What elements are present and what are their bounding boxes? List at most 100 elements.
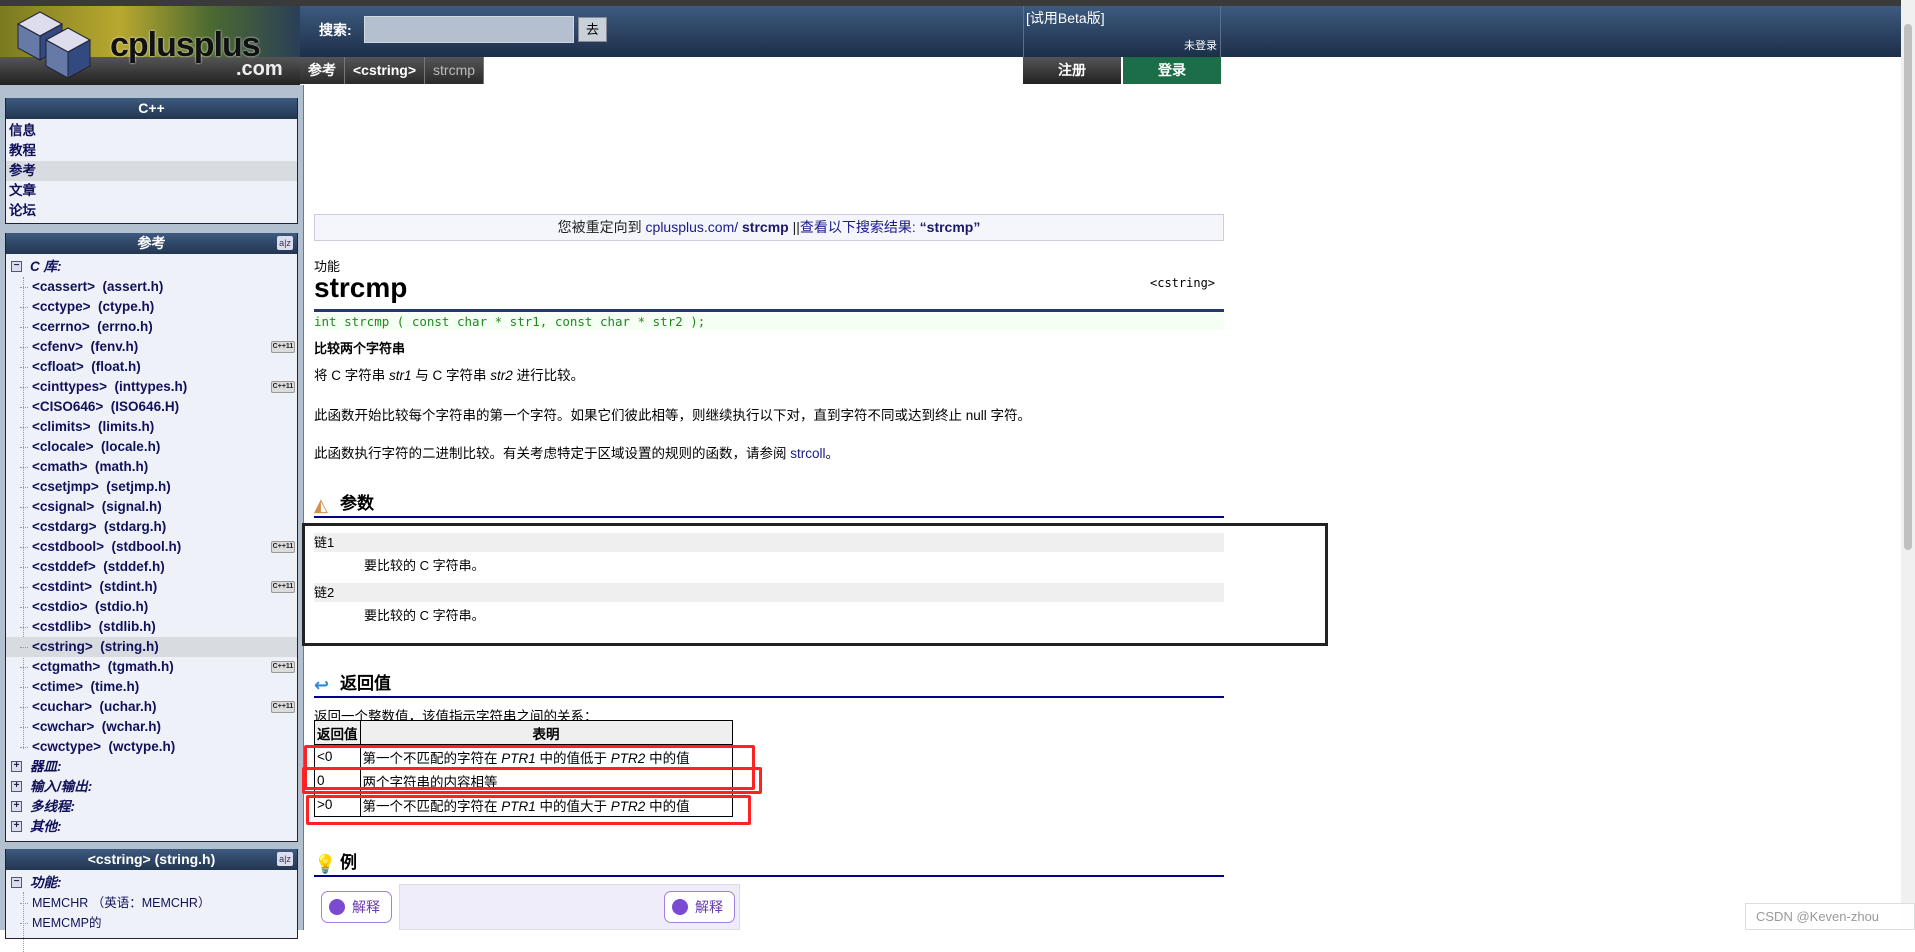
return-arrow-icon: ↩ xyxy=(314,675,330,695)
tree-item-header[interactable]: <cfenv> (fenv.h) C++11 xyxy=(6,337,297,357)
cpp11-badge-icon: C++11 xyxy=(271,581,295,593)
return-value-heading: ↩ 返回值 xyxy=(314,672,1224,698)
cstring-box-title: <cstring> (string.h) xyxy=(87,851,216,867)
tree-item-header[interactable]: <cctype> (ctype.h) xyxy=(6,297,297,317)
sidebar-item-reference[interactable]: 参考 xyxy=(6,161,297,181)
tree-group-collapsed[interactable]: + 其他: xyxy=(6,817,297,837)
sidebar-item-forum[interactable]: 论坛 xyxy=(6,201,297,221)
expand-icon[interactable]: + xyxy=(11,781,22,792)
parameters-heading: ◭ 参数 xyxy=(314,492,1224,518)
tree-item-header[interactable]: <cuchar> (uchar.h) C++11 xyxy=(6,697,297,717)
strcoll-link[interactable]: strcoll xyxy=(790,446,825,461)
tree-group-c-library[interactable]: − C 库: xyxy=(6,257,297,277)
cpp11-badge-icon: C++11 xyxy=(271,701,295,713)
tree-item-header[interactable]: <ctgmath> (tgmath.h) C++11 xyxy=(6,657,297,677)
tree-item-header[interactable]: <cwchar> (wchar.h) xyxy=(6,717,297,737)
expand-icon[interactable]: + xyxy=(11,801,22,812)
watermark: CSDN @Keven-zhou xyxy=(1745,903,1915,930)
cpp11-badge-icon: C++11 xyxy=(271,541,295,553)
search-label: 搜索: xyxy=(319,22,352,38)
tree-item-header[interactable]: <climits> (limits.h) xyxy=(6,417,297,437)
tree-item-header[interactable]: <cstdarg> (stdarg.h) xyxy=(6,517,297,537)
user-panel: [试用Beta版] 未登录 xyxy=(1023,6,1221,57)
ruler-triangle-icon: ◭ xyxy=(314,495,328,515)
breadcrumb-reference[interactable]: 参考 xyxy=(300,57,345,84)
tree-item-header[interactable]: <cstdlib> (stdlib.h) xyxy=(6,617,297,637)
lightbulb-icon: 💡 xyxy=(314,854,337,874)
brief-description: 比较两个字符串 xyxy=(314,341,406,356)
breadcrumb: 参考 <cstring> strcmp xyxy=(300,57,485,84)
reference-box: 参考 a|z − C 库: <cassert> (assert.h) <cctype>… xyxy=(5,233,298,842)
example-heading: 💡 例 xyxy=(314,851,1224,877)
collapse-icon: − xyxy=(11,261,22,272)
tree-item-header[interactable]: <ctime> (time.h) xyxy=(6,677,297,697)
cpp-menu-title: C++ xyxy=(6,98,297,119)
cpp11-badge-icon: C++11 xyxy=(271,661,295,673)
tree-group-collapsed[interactable]: + 器皿: xyxy=(6,757,297,777)
tree-group-functions[interactable]: − 功能: xyxy=(6,873,297,893)
search-input[interactable] xyxy=(364,16,574,43)
tree-item-header[interactable]: <cmath> (math.h) xyxy=(6,457,297,477)
table-header: 表明 xyxy=(359,720,733,745)
tree-item-header[interactable]: <CISO646> (ISO646.H) xyxy=(6,397,297,417)
reference-box-title: 参考 xyxy=(137,235,166,251)
sidebar-item-articles[interactable]: 文章 xyxy=(6,181,297,201)
scrollbar-thumb[interactable] xyxy=(1904,24,1912,550)
tree-item-header[interactable]: <cassert> (assert.h) xyxy=(6,277,297,297)
cplusplus-logo[interactable]: cplusplus .com xyxy=(0,6,300,85)
annotation-box-red xyxy=(302,767,762,794)
search-results-link[interactable]: 查看以下搜索结果: xyxy=(800,219,920,235)
breadcrumb-cstring[interactable]: <cstring> xyxy=(345,57,426,84)
tree-item-header[interactable]: <cwctype> (wctype.h) xyxy=(6,737,297,757)
login-status: 未登录 xyxy=(1184,40,1217,52)
description-paragraph-1: 将 C 字符串 str1 与 C 字符串 str2 进行比较。 xyxy=(314,368,585,383)
tree-item-header[interactable]: <csignal> (signal.h) xyxy=(6,497,297,517)
tree-group-collapsed[interactable]: + 多线程: xyxy=(6,797,297,817)
cpp-menu-box: C++ 信息 教程 参考 文章 论坛 xyxy=(5,98,298,224)
cpp11-badge-icon: C++11 xyxy=(271,381,295,393)
tree-item-header[interactable]: <cstdbool> (stdbool.h) C++11 xyxy=(6,537,297,557)
description-paragraph-2: 此函数开始比较每个字符串的第一个字符。如果它们彼此相等，则继续执行以下对，直到字… xyxy=(314,408,1032,423)
login-button[interactable]: 登录 xyxy=(1123,57,1221,84)
breadcrumb-strcmp: strcmp xyxy=(425,57,485,84)
cstring-box: <cstring> (string.h) a|z − 功能: MEMCHR （英语：… xyxy=(5,849,298,952)
function-prototype: int strcmp ( const char * str1, const ch… xyxy=(314,313,1224,330)
tree-item-memcmp[interactable]: MEMCMP的 xyxy=(6,913,297,933)
tree-group-collapsed[interactable]: + 输入/输出: xyxy=(6,777,297,797)
brain-icon xyxy=(329,899,345,915)
sidebar-item-info[interactable]: 信息 xyxy=(6,121,297,141)
sort-az-icon[interactable]: a|z xyxy=(277,852,293,866)
tree-item-memchr[interactable]: MEMCHR （英语：MEMCHR） xyxy=(6,893,297,913)
redirect-site-link[interactable]: cplusplus.com/ xyxy=(646,219,742,235)
tree-item-header[interactable]: <cfloat> (float.h) xyxy=(6,357,297,377)
sidebar-item-tutorials[interactable]: 教程 xyxy=(6,141,297,161)
explain-button[interactable]: 解释 xyxy=(321,891,392,923)
brain-icon xyxy=(672,899,688,915)
cpp11-badge-icon: C++11 xyxy=(271,341,295,353)
collapse-icon: − xyxy=(11,877,22,888)
tree-item-header[interactable]: <cinttypes> (inttypes.h) C++11 xyxy=(6,377,297,397)
page-title: strcmp xyxy=(314,272,408,303)
tree-item-header[interactable]: <cstdint> (stdint.h) C++11 xyxy=(6,577,297,597)
description-paragraph-3: 此函数执行字符的二进制比较。有关考虑特定于区域设置的规则的函数，请参阅 strc… xyxy=(314,446,840,461)
expand-icon[interactable]: + xyxy=(11,821,22,832)
annotation-box-black xyxy=(302,523,1328,646)
tree-item-header[interactable]: <cerrno> (errno.h) xyxy=(6,317,297,337)
tree-item-header[interactable]: <cstddef> (stddef.h) xyxy=(6,557,297,577)
table-header: 返回值 xyxy=(314,720,361,745)
header-file-link[interactable]: <cstring> xyxy=(1150,276,1215,290)
search-button[interactable]: 去 xyxy=(578,17,607,42)
beta-link[interactable]: [试用Beta版] xyxy=(1026,8,1105,28)
tree-item-header[interactable]: <cstring> (string.h) xyxy=(6,637,297,657)
title-divider xyxy=(314,309,1224,312)
expand-icon[interactable]: + xyxy=(11,761,22,772)
tree-item-header[interactable]: <cstdio> (stdio.h) xyxy=(6,597,297,617)
tree-item-header[interactable]: <csetjmp> (setjmp.h) xyxy=(6,477,297,497)
tree-item-header[interactable]: <clocale> (locale.h) xyxy=(6,437,297,457)
explain-button[interactable]: 解释 xyxy=(664,891,735,923)
sort-az-icon[interactable]: a|z xyxy=(277,236,293,250)
cube-logo-icon xyxy=(16,11,92,79)
redirect-notice: 您被重定向到 cplusplus.com/ strcmp ||查看以下搜索结果:… xyxy=(314,214,1224,241)
annotation-box-red xyxy=(306,795,751,825)
register-button[interactable]: 注册 xyxy=(1023,57,1121,84)
